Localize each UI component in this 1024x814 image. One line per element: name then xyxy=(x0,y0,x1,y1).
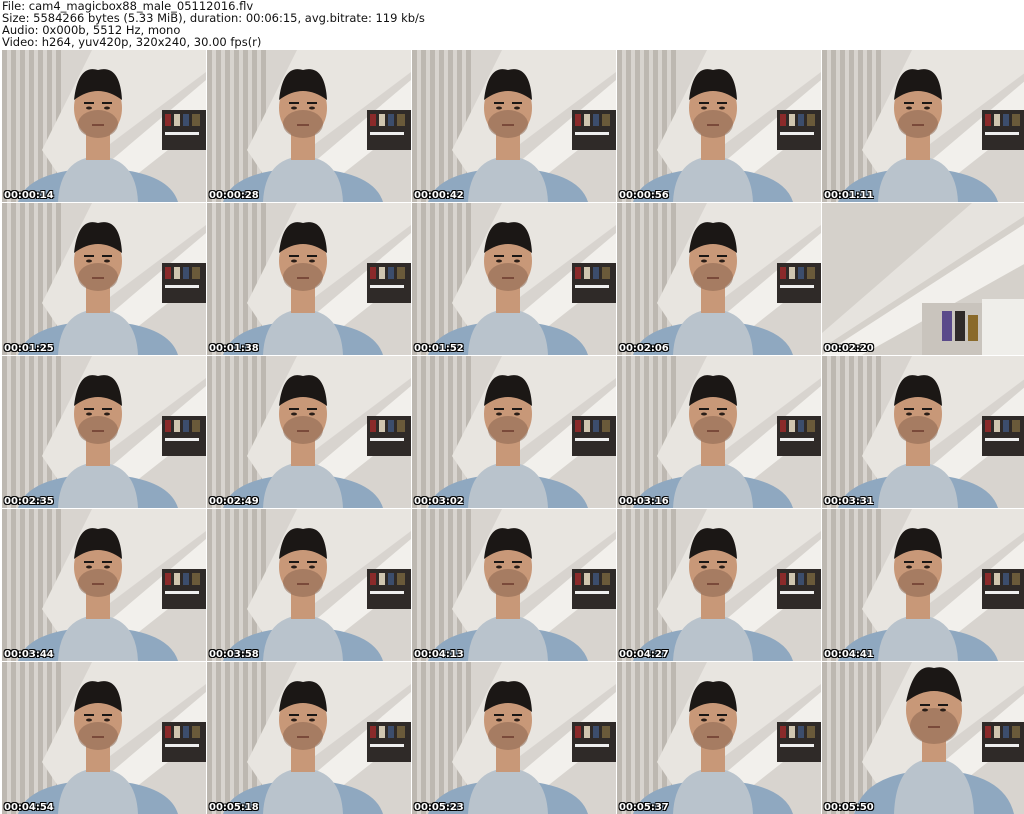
thumbnail-timestamp: 00:02:49 xyxy=(209,496,259,507)
thumbnail-timestamp: 00:01:11 xyxy=(824,190,874,201)
thumbnail-timestamp: 00:02:06 xyxy=(619,343,669,354)
video-thumbnail: 00:00:28 xyxy=(207,50,411,202)
thumbnail-frame-image xyxy=(617,662,821,814)
video-thumbnail: 00:01:25 xyxy=(2,203,206,355)
video-thumbnail: 00:02:06 xyxy=(617,203,821,355)
thumbnail-frame-image xyxy=(822,509,1024,661)
video-thumbnail: 00:04:54 xyxy=(2,662,206,814)
thumbnail-frame-image xyxy=(412,50,616,202)
video-thumbnail: 00:03:31 xyxy=(822,356,1024,508)
thumbnail-frame-image xyxy=(617,509,821,661)
thumbnail-timestamp: 00:03:44 xyxy=(4,649,54,660)
video-thumbnail: 00:05:18 xyxy=(207,662,411,814)
video-thumbnail: 00:00:42 xyxy=(412,50,616,202)
video-thumbnail: 00:01:11 xyxy=(822,50,1024,202)
thumbnail-frame-image xyxy=(207,509,411,661)
thumbnail-timestamp: 00:04:13 xyxy=(414,649,464,660)
video-thumbnail: 00:04:41 xyxy=(822,509,1024,661)
thumbnail-timestamp: 00:01:38 xyxy=(209,343,259,354)
video-thumbnail: 00:03:02 xyxy=(412,356,616,508)
thumbnail-grid: 00:00:14 00:00:28 00:00:42 00:00:56 00:01:11… xyxy=(0,50,1024,814)
thumbnail-timestamp: 00:00:42 xyxy=(414,190,464,201)
thumbnail-timestamp: 00:00:14 xyxy=(4,190,54,201)
thumbnail-timestamp: 00:02:20 xyxy=(824,343,874,354)
thumbnail-frame-image xyxy=(822,203,1024,355)
thumbnail-timestamp: 00:03:02 xyxy=(414,496,464,507)
thumbnail-timestamp: 00:02:35 xyxy=(4,496,54,507)
thumbnail-timestamp: 00:05:37 xyxy=(619,802,669,813)
thumbnail-frame-image xyxy=(412,509,616,661)
thumbnail-frame-image xyxy=(2,50,206,202)
thumbnail-frame-image xyxy=(207,203,411,355)
video-thumbnail: 00:01:52 xyxy=(412,203,616,355)
thumbnail-frame-image xyxy=(822,662,1024,814)
thumbnail-timestamp: 00:04:27 xyxy=(619,649,669,660)
thumbnail-timestamp: 00:00:28 xyxy=(209,190,259,201)
video-thumbnail: 00:03:16 xyxy=(617,356,821,508)
thumbnail-frame-image xyxy=(2,203,206,355)
thumbnail-frame-image xyxy=(822,356,1024,508)
video-thumbnail: 00:02:35 xyxy=(2,356,206,508)
thumbnail-frame-image xyxy=(617,356,821,508)
video-thumbnail: 00:02:20 xyxy=(822,203,1024,355)
thumbnail-timestamp: 00:05:50 xyxy=(824,802,874,813)
video-thumbnail: 00:04:27 xyxy=(617,509,821,661)
thumbnail-frame-image xyxy=(2,509,206,661)
video-thumbnail: 00:02:49 xyxy=(207,356,411,508)
video-thumbnail: 00:05:23 xyxy=(412,662,616,814)
file-info-header: File: cam4_magicbox88_male_05112016.flv … xyxy=(0,0,1024,50)
video-thumbnail: 00:05:50 xyxy=(822,662,1024,814)
thumbnail-timestamp: 00:04:54 xyxy=(4,802,54,813)
video-thumbnail: 00:03:44 xyxy=(2,509,206,661)
thumbnail-frame-image xyxy=(2,356,206,508)
thumbnail-timestamp: 00:05:18 xyxy=(209,802,259,813)
thumbnail-timestamp: 00:05:23 xyxy=(414,802,464,813)
thumbnail-timestamp: 00:01:25 xyxy=(4,343,54,354)
video-thumbnail: 00:03:58 xyxy=(207,509,411,661)
video-thumbnail: 00:04:13 xyxy=(412,509,616,661)
thumbnail-frame-image xyxy=(822,50,1024,202)
thumbnail-timestamp: 00:00:56 xyxy=(619,190,669,201)
thumbnail-timestamp: 00:03:16 xyxy=(619,496,669,507)
thumbnail-frame-image xyxy=(207,662,411,814)
thumbnail-frame-image xyxy=(617,50,821,202)
video-info-line: Video: h264, yuv420p, 320x240, 30.00 fps… xyxy=(2,35,262,49)
video-thumbnail: 00:00:14 xyxy=(2,50,206,202)
thumbnail-frame-image xyxy=(207,50,411,202)
thumbnail-frame-image xyxy=(412,356,616,508)
thumbnail-frame-image xyxy=(412,203,616,355)
video-thumbnail: 00:01:38 xyxy=(207,203,411,355)
thumbnail-frame-image xyxy=(2,662,206,814)
video-thumbnail: 00:00:56 xyxy=(617,50,821,202)
thumbnail-frame-image xyxy=(412,662,616,814)
thumbnail-frame-image xyxy=(617,203,821,355)
thumbnail-timestamp: 00:01:52 xyxy=(414,343,464,354)
thumbnail-timestamp: 00:03:58 xyxy=(209,649,259,660)
video-thumbnail: 00:05:37 xyxy=(617,662,821,814)
thumbnail-timestamp: 00:04:41 xyxy=(824,649,874,660)
thumbnail-frame-image xyxy=(207,356,411,508)
thumbnail-timestamp: 00:03:31 xyxy=(824,496,874,507)
